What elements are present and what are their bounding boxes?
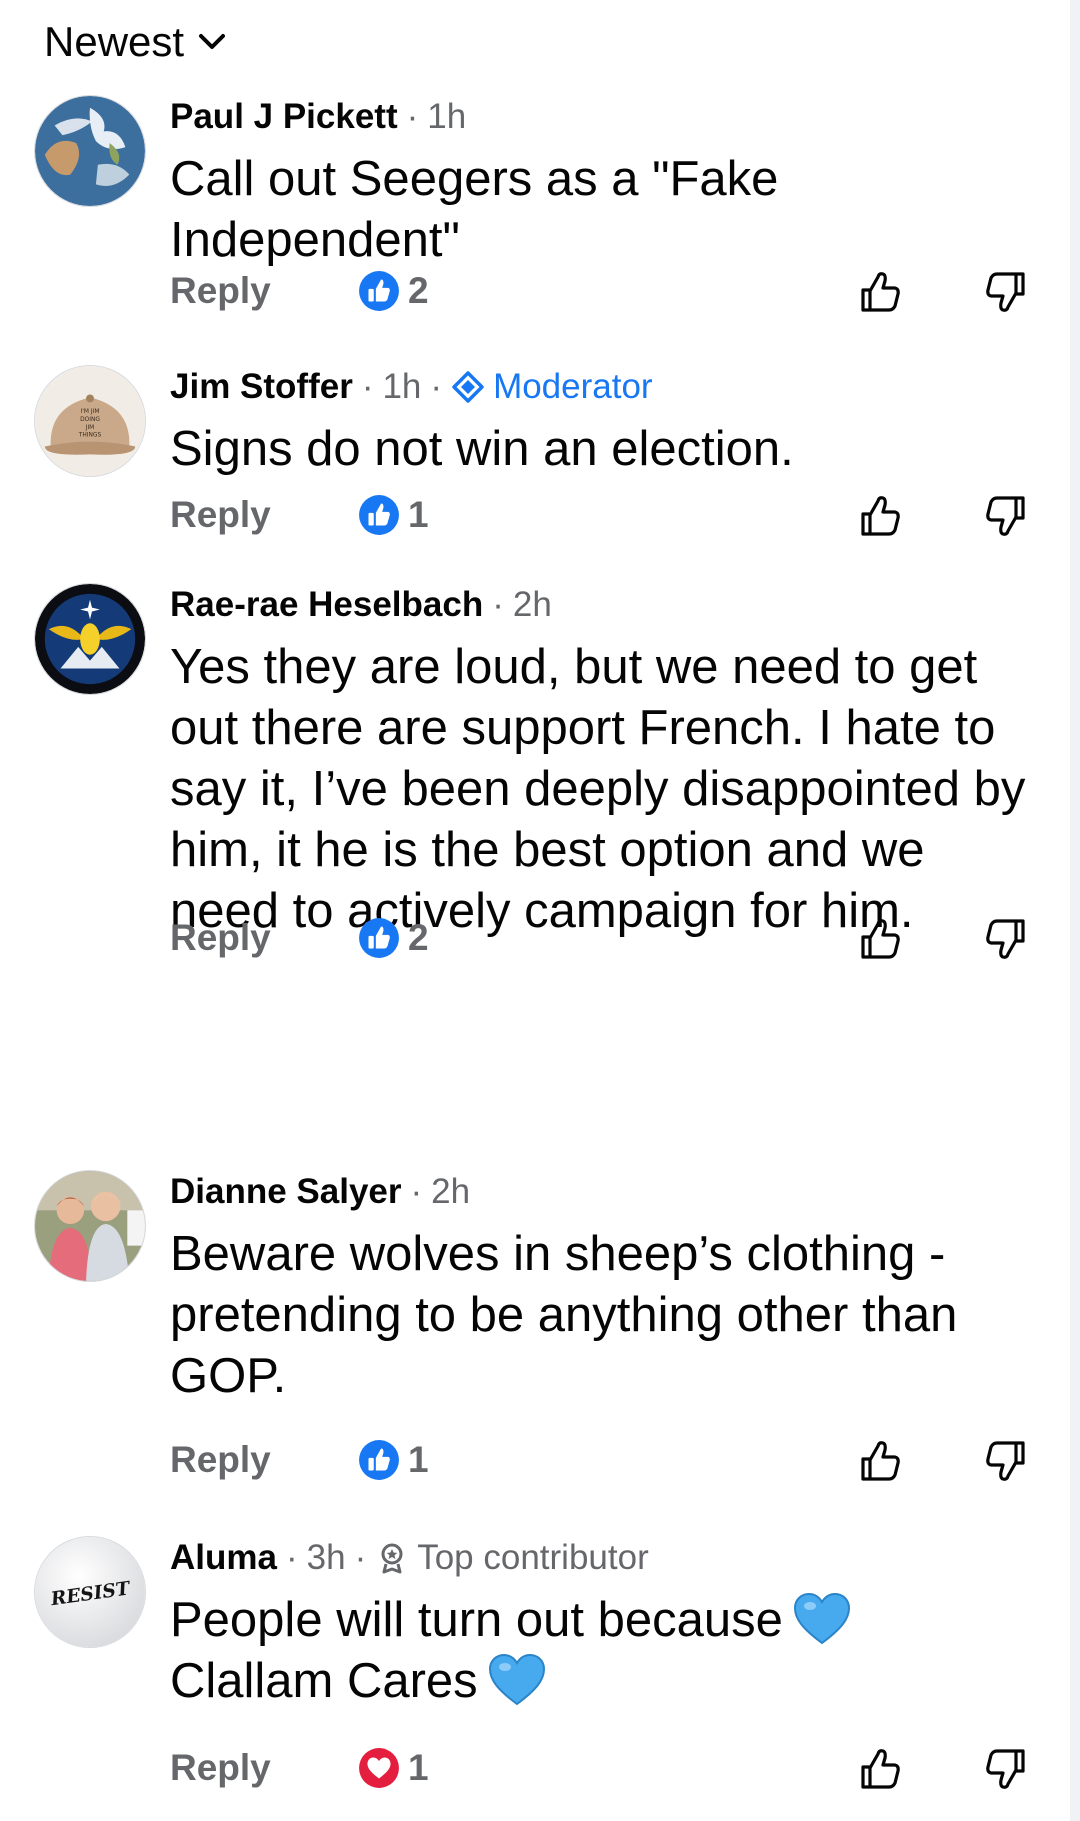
meta-separator: · [285, 1538, 298, 1577]
avatar-hat-text: THINGS [78, 433, 102, 439]
top-contributor-badge[interactable]: Top contributor [375, 1536, 649, 1580]
reply-button[interactable]: Reply [170, 1430, 271, 1490]
reaction-summary[interactable]: 2 [358, 270, 429, 312]
downvote-icon[interactable] [982, 916, 1028, 962]
avatar[interactable] [34, 583, 146, 695]
moderator-diamond-icon [452, 371, 484, 403]
downvote-icon[interactable] [982, 1746, 1028, 1792]
avatar[interactable]: I'M JIM DOING JIM THINGS [34, 365, 146, 477]
author-name[interactable]: Aluma [170, 1536, 277, 1580]
author-name[interactable]: Jim Stoffer [170, 365, 353, 409]
reaction-summary[interactable]: 1 [358, 1439, 429, 1481]
upvote-icon[interactable] [858, 916, 904, 962]
comment-actions: Reply 2 [170, 261, 1046, 321]
author-name[interactable]: Rae-rae Heselbach [170, 583, 483, 627]
top-contributor-icon [381, 1543, 403, 1574]
upvote-icon[interactable] [858, 1438, 904, 1484]
reply-button[interactable]: Reply [170, 485, 271, 545]
comment-time[interactable]: 3h [307, 1536, 346, 1580]
meta-separator: · [354, 1538, 367, 1577]
meta-separator: · [410, 1172, 423, 1211]
comment-time[interactable]: 2h [431, 1170, 470, 1214]
love-reaction-icon [359, 1748, 399, 1788]
reaction-summary[interactable]: 1 [358, 1747, 429, 1789]
blue-heart-emoji-icon [488, 1654, 545, 1706]
avatar[interactable]: RESIST [34, 1536, 146, 1648]
comment-time[interactable]: 1h [382, 365, 421, 409]
author-name[interactable]: Dianne Salyer [170, 1170, 402, 1214]
sort-dropdown[interactable]: Newest [44, 14, 226, 70]
comment-actions: Reply 1 [170, 1738, 1046, 1798]
upvote-icon[interactable] [858, 269, 904, 315]
meta-separator: · [492, 585, 504, 624]
comment-text: People will turn out because Clallam Car… [170, 1590, 1030, 1712]
meta-separator: · [361, 367, 374, 406]
comment-time[interactable]: 1h [427, 95, 466, 139]
avatar-hat-text: DOING [80, 417, 100, 423]
comment-actions: Reply 1 [170, 485, 1046, 545]
chevron-down-icon [199, 34, 226, 49]
comment-text: Beware wolves in sheep’s clothing - pret… [170, 1227, 958, 1403]
comment-text-part: Clallam Cares [170, 1654, 478, 1708]
reply-button[interactable]: Reply [170, 908, 271, 968]
comment-text: Signs do not win an election. [170, 422, 794, 476]
comment-text: Yes they are loud, but we need to get ou… [170, 640, 1026, 938]
comment-time[interactable]: 2h [513, 583, 552, 627]
downvote-icon[interactable] [982, 1438, 1028, 1484]
top-contributor-label: Top contributor [417, 1538, 649, 1577]
avatar[interactable] [34, 1170, 146, 1282]
reaction-count: 2 [408, 917, 429, 958]
reaction-count: 2 [408, 270, 429, 311]
comment-text: Call out Seegers as a "Fake Independent" [170, 152, 779, 267]
like-reaction-icon [359, 918, 399, 958]
avatar-hat-text: JIM [85, 425, 95, 431]
avatar-hat-text: I'M JIM [81, 409, 100, 415]
reply-button[interactable]: Reply [170, 1738, 271, 1798]
reply-button[interactable]: Reply [170, 261, 271, 321]
blue-heart-emoji-icon [793, 1593, 850, 1645]
upvote-icon[interactable] [858, 493, 904, 539]
like-reaction-icon [359, 1440, 399, 1480]
moderator-badge[interactable]: Moderator [451, 365, 653, 409]
comment-actions: Reply 1 [170, 1430, 1046, 1490]
upvote-icon[interactable] [858, 1746, 904, 1792]
like-reaction-icon [359, 271, 399, 311]
reaction-summary[interactable]: 2 [358, 917, 429, 959]
comment-actions: Reply 2 [170, 908, 1046, 968]
sort-label: Newest [44, 18, 185, 65]
reaction-count: 1 [408, 1439, 429, 1480]
page-right-edge [1070, 0, 1080, 1821]
downvote-icon[interactable] [982, 269, 1028, 315]
reaction-count: 1 [408, 1747, 429, 1788]
downvote-icon[interactable] [982, 493, 1028, 539]
reaction-summary[interactable]: 1 [358, 494, 429, 536]
moderator-label: Moderator [493, 367, 653, 406]
reaction-count: 1 [408, 494, 429, 535]
like-reaction-icon [359, 495, 399, 535]
meta-separator: · [430, 367, 443, 406]
meta-separator: · [406, 97, 419, 136]
comment-text-part: People will turn out because [170, 1593, 783, 1647]
avatar[interactable] [34, 95, 146, 207]
author-name[interactable]: Paul J Pickett [170, 95, 398, 139]
